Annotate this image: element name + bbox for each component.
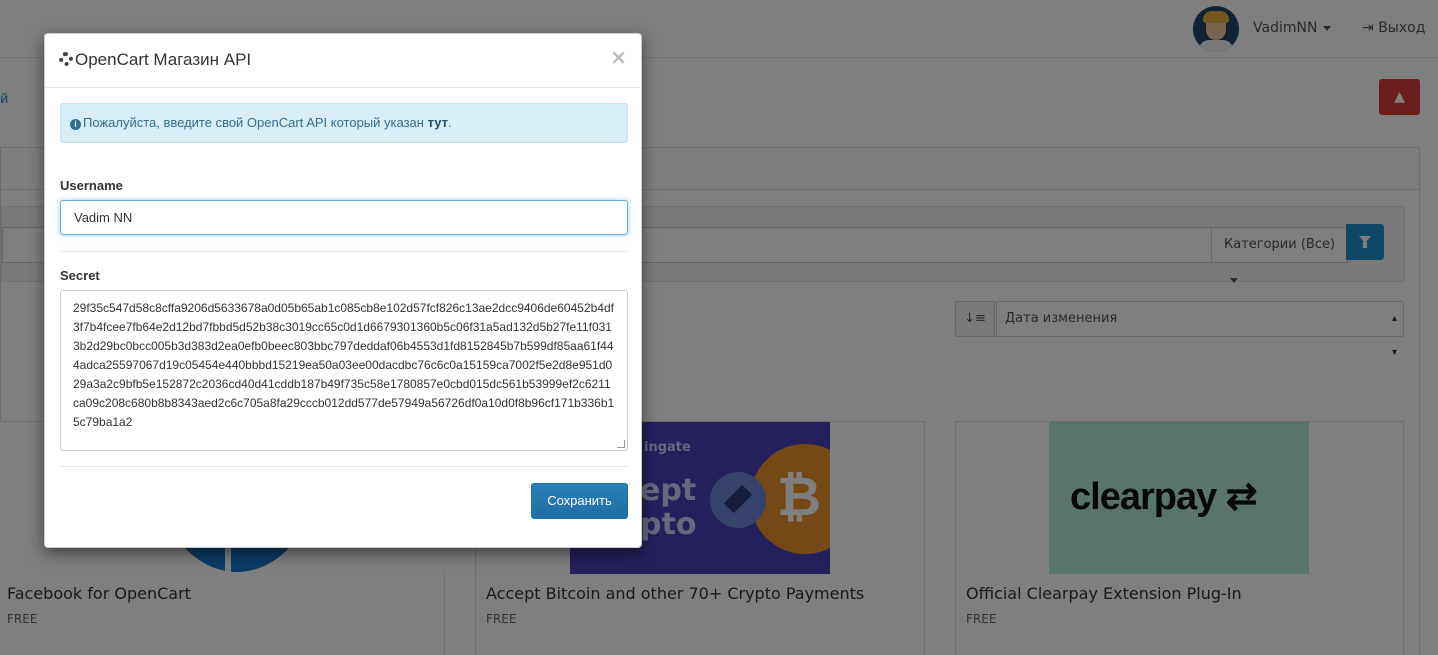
username-field[interactable]: Vadim NN (60, 200, 628, 235)
save-button[interactable]: Сохранить (531, 483, 628, 519)
resize-handle[interactable] (617, 440, 625, 448)
close-button[interactable]: × (610, 45, 627, 69)
divider (60, 466, 628, 467)
modal-header: OpenCart Магазин API × (45, 34, 641, 88)
info-link[interactable]: тут (428, 115, 448, 130)
api-modal: OpenCart Магазин API × i Пожалуйста, введ… (44, 33, 642, 548)
username-label: Username (60, 178, 123, 193)
info-icon: i (70, 119, 81, 130)
secret-label: Secret (60, 268, 100, 283)
info-text: Пожалуйста, введите свой OpenCart API ко… (83, 115, 428, 130)
divider (60, 251, 628, 252)
secret-textarea[interactable]: 29f35c547d58c8cffa9206d5633678a0d05b65ab… (60, 290, 628, 451)
gear-icon (59, 52, 73, 66)
modal-title: OpenCart Магазин API (59, 50, 251, 70)
secret-value: 29f35c547d58c8cffa9206d5633678a0d05b65ab… (73, 301, 615, 429)
info-alert: i Пожалуйста, введите свой OpenCart API к… (60, 103, 628, 143)
